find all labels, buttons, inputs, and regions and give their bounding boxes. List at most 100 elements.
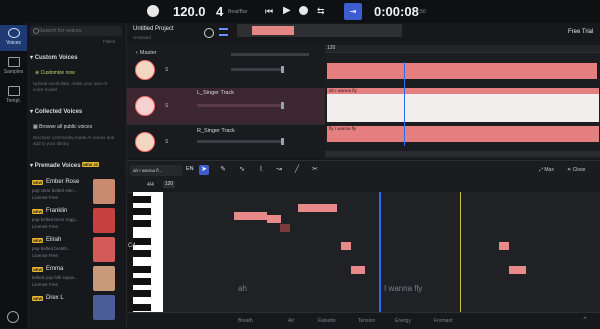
- voice-item[interactable]: NEW Franklin pop belted tenor regg... Li…: [30, 207, 124, 234]
- loop-marker[interactable]: [460, 192, 461, 312]
- metronome-icon[interactable]: [147, 5, 159, 17]
- track-volume-slider[interactable]: [197, 104, 281, 107]
- split-icon[interactable]: ✂: [310, 165, 320, 175]
- track-volume-slider[interactable]: [231, 68, 281, 71]
- editor-toolbar: ah I wanna fl... EN ➤ ✎ ∿ ⌇ ↝ ╱ ✂ ⤢ Max …: [127, 160, 600, 182]
- track-row[interactable]: S R_Singer Track: [127, 124, 325, 161]
- free-trial-button[interactable]: Free Trial: [568, 29, 593, 35]
- black-key[interactable]: [133, 208, 151, 215]
- track-name[interactable]: R_Singer Track: [197, 128, 235, 134]
- loop-icon[interactable]: ⇆: [317, 6, 325, 17]
- skip-back-icon[interactable]: ⏮: [265, 6, 273, 17]
- tab-air[interactable]: Air: [288, 318, 294, 324]
- time-total: 2:50: [416, 9, 426, 15]
- voices-panel: Search for voices Filters ▾ Custom Voice…: [27, 23, 127, 328]
- rail-templates[interactable]: Templ.: [0, 83, 27, 109]
- black-key[interactable]: [133, 250, 151, 257]
- samples-icon: [7, 57, 20, 67]
- lyric-input[interactable]: ah I wanna fl...: [130, 165, 182, 176]
- note[interactable]: [499, 242, 509, 250]
- tab-energy[interactable]: Energy: [395, 318, 411, 324]
- snap-icon[interactable]: ⇥: [344, 3, 362, 20]
- track-row[interactable]: S: [127, 52, 325, 89]
- black-key[interactable]: [133, 304, 151, 311]
- piano-roll[interactable]: ah I wanna fly: [163, 192, 600, 312]
- black-key[interactable]: [133, 196, 151, 203]
- tab-tension[interactable]: Tension: [358, 318, 375, 324]
- voice-search-input[interactable]: Search for voices: [30, 26, 122, 36]
- custom-voices-sub: Upload vocal data, make your own AI voic…: [33, 81, 108, 92]
- filters-button[interactable]: Filters: [103, 39, 115, 45]
- premade-new-badge: NEW 20: [82, 162, 99, 167]
- piano-keyboard[interactable]: [133, 192, 163, 312]
- line-icon[interactable]: ╱: [292, 165, 302, 175]
- track-volume-slider[interactable]: [197, 140, 281, 143]
- note[interactable]: [280, 224, 290, 232]
- custom-voices-title[interactable]: ▾ Custom Voices: [30, 54, 78, 61]
- note[interactable]: [234, 212, 267, 220]
- track-name[interactable]: L_Singer Track: [197, 90, 234, 96]
- note[interactable]: [341, 242, 351, 250]
- black-key[interactable]: [133, 278, 151, 285]
- overview-viewport[interactable]: [252, 26, 294, 35]
- solo-button[interactable]: S: [165, 103, 168, 109]
- voice-item[interactable]: NEW Drex L: [30, 294, 124, 321]
- tab-falsetto[interactable]: Falsetto: [318, 318, 336, 324]
- maximize-button[interactable]: ⤢ Max: [539, 167, 554, 173]
- lyric-text: ah: [238, 284, 247, 293]
- record-icon[interactable]: [299, 6, 308, 15]
- key-label: C4: [128, 243, 136, 249]
- track-clip[interactable]: [327, 126, 599, 142]
- black-key[interactable]: [133, 266, 151, 273]
- solo-button[interactable]: S: [165, 139, 168, 145]
- beats-value[interactable]: 4: [216, 4, 223, 19]
- note[interactable]: [351, 266, 365, 274]
- browse-voices-link[interactable]: ▦ Browse all public voices: [33, 124, 92, 130]
- play-icon[interactable]: ▶: [283, 5, 291, 16]
- premade-voices-title[interactable]: ▾ Premade Voices: [30, 162, 81, 169]
- voice-item[interactable]: NEW Emma belted pop folk sopra... Licens…: [30, 265, 124, 292]
- mixer-icon[interactable]: [219, 28, 228, 36]
- customize-link[interactable]: ⊕ Customize now: [35, 70, 75, 76]
- search-icon: [33, 28, 39, 34]
- voice-item[interactable]: NEW Ember Rose pop clear belted elec... …: [30, 178, 124, 205]
- tempo-value[interactable]: 120.0: [173, 4, 206, 19]
- voice-avatar: [93, 237, 115, 262]
- expand-params-icon[interactable]: ⌃: [582, 316, 588, 324]
- note[interactable]: [509, 266, 526, 274]
- black-key[interactable]: [133, 220, 151, 227]
- tab-formant[interactable]: Formant: [434, 318, 453, 324]
- pointer-icon[interactable]: ➤: [199, 165, 209, 175]
- search-icon[interactable]: [204, 28, 214, 38]
- solo-button[interactable]: S: [165, 67, 168, 73]
- pencil-icon[interactable]: ✎: [218, 165, 228, 175]
- note[interactable]: [298, 204, 337, 212]
- track-clip-selected[interactable]: [327, 88, 599, 122]
- language-select[interactable]: EN: [186, 166, 194, 172]
- rail-samples[interactable]: Samples: [0, 54, 27, 80]
- app-window: 120.0 4 Beat/Bar ⏮ ▶ ⇆ ⇥ 0:00:08 2:50 Vo…: [0, 0, 600, 329]
- time-display: 0:00:08: [374, 4, 419, 19]
- black-key[interactable]: [133, 290, 151, 297]
- vibrato-icon[interactable]: ∿: [237, 165, 247, 175]
- timeline-ruler[interactable]: [325, 45, 600, 53]
- curve-icon[interactable]: ↝: [274, 165, 284, 175]
- editor-tempo-marker: 120: [163, 181, 175, 188]
- project-title[interactable]: Untitled Project: [133, 26, 174, 32]
- track-clip[interactable]: [327, 63, 597, 79]
- voice-avatar: [93, 295, 115, 320]
- editor-playhead[interactable]: [379, 192, 381, 312]
- close-button[interactable]: ✕ Close: [567, 167, 585, 173]
- templates-icon: [7, 86, 20, 96]
- pitch-icon[interactable]: ⌇: [256, 165, 266, 175]
- playhead[interactable]: [404, 62, 405, 146]
- tab-breath[interactable]: Breath: [238, 318, 253, 324]
- collected-voices-title[interactable]: ▾ Collected Voices: [30, 108, 82, 115]
- track-row[interactable]: S L_Singer Track: [127, 88, 325, 125]
- timeline-scrollbar[interactable]: [325, 151, 600, 157]
- note[interactable]: [267, 215, 281, 223]
- gear-icon[interactable]: [7, 311, 19, 323]
- rail-voices[interactable]: Voices: [0, 25, 27, 51]
- arrangement-timeline[interactable]: 4/ 120 ah I wanna fly fly I wanna fly: [325, 45, 600, 159]
- voice-item[interactable]: NEW Elirah pop belted breath... License …: [30, 236, 124, 263]
